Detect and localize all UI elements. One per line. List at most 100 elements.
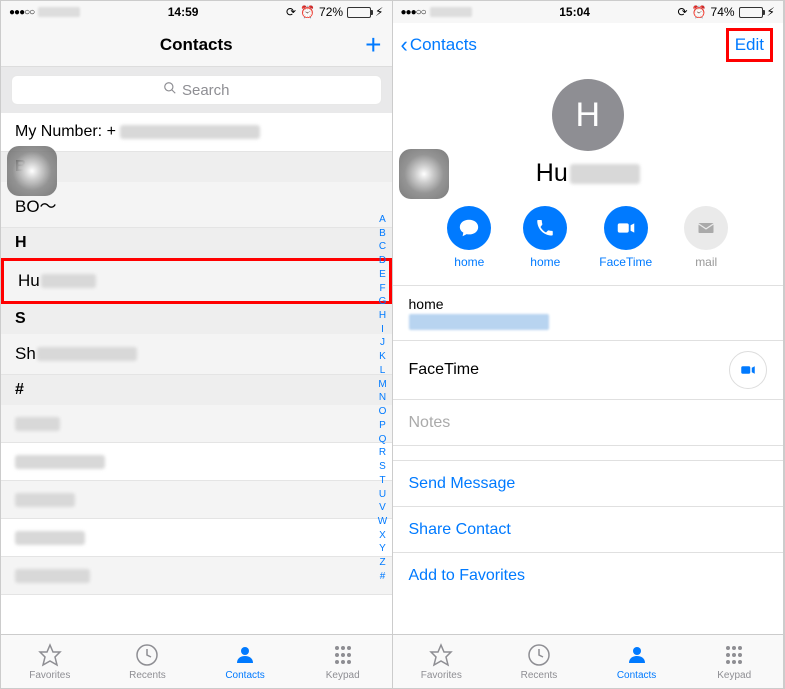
- add-favorites-link[interactable]: Add to Favorites: [393, 553, 784, 599]
- rotation-lock-icon: ⟳: [286, 5, 296, 19]
- contact-name-text: [15, 455, 105, 469]
- signal-dots-icon: ●●●○○: [9, 7, 34, 18]
- link-label: Add to Favorites: [409, 567, 526, 585]
- mail-icon: [684, 206, 728, 250]
- contact-row[interactable]: [1, 519, 392, 557]
- add-contact-button[interactable]: +: [365, 23, 381, 67]
- contact-name-suffix: [570, 164, 640, 184]
- action-label: home: [530, 255, 560, 269]
- action-row: home home FaceTime mail: [393, 192, 784, 285]
- search-wrap: Search: [1, 67, 392, 113]
- navbar: ‹ Contacts Edit: [393, 23, 784, 67]
- tab-label: Favorites: [421, 670, 462, 681]
- facetime-row[interactable]: FaceTime: [393, 341, 784, 400]
- navbar-title: Contacts: [160, 35, 233, 55]
- tab-recents[interactable]: Recents: [99, 635, 197, 688]
- field-label: Notes: [409, 414, 451, 432]
- phone-value: [409, 314, 549, 330]
- action-message[interactable]: home: [447, 206, 491, 269]
- contact-name-text: [15, 531, 85, 545]
- phone-row[interactable]: home: [393, 286, 784, 341]
- clock-icon: [526, 642, 552, 668]
- clock-icon: [134, 642, 160, 668]
- tab-label: Contacts: [225, 670, 264, 681]
- contact-row[interactable]: [1, 481, 392, 519]
- rotation-lock-icon: ⟳: [678, 5, 688, 19]
- edit-label: Edit: [726, 28, 773, 62]
- contact-name-text: [15, 493, 75, 507]
- tab-label: Recents: [521, 670, 558, 681]
- tab-recents[interactable]: Recents: [490, 635, 588, 688]
- contact-row[interactable]: [1, 557, 392, 595]
- tab-keypad[interactable]: Keypad: [685, 635, 783, 688]
- share-contact-link[interactable]: Share Contact: [393, 507, 784, 553]
- tab-label: Favorites: [29, 670, 70, 681]
- message-icon: [447, 206, 491, 250]
- tab-favorites[interactable]: Favorites: [1, 635, 99, 688]
- tab-label: Keypad: [717, 670, 751, 681]
- back-button[interactable]: ‹ Contacts: [401, 23, 477, 67]
- contact-row[interactable]: [1, 443, 392, 481]
- contact-name-text: Hu: [18, 271, 40, 291]
- action-label: home: [454, 255, 484, 269]
- tab-contacts[interactable]: Contacts: [196, 635, 294, 688]
- tab-favorites[interactable]: Favorites: [393, 635, 491, 688]
- my-number-value: [120, 125, 260, 139]
- tab-contacts[interactable]: Contacts: [588, 635, 686, 688]
- field-label: home: [409, 296, 549, 312]
- section-header-s: S: [1, 304, 392, 334]
- alarm-icon: ⏰: [300, 5, 315, 19]
- tab-keypad[interactable]: Keypad: [294, 635, 392, 688]
- status-bar: ●●●○○ 14:59 ⟳ ⏰ 72% ⚡︎: [1, 1, 392, 23]
- tab-bar: Favorites Recents Contacts Keypad: [1, 634, 392, 688]
- alpha-index[interactable]: ABC DEF GHI JKL MNO PQR STU VWX YZ#: [376, 213, 390, 584]
- link-label: Send Message: [409, 475, 516, 493]
- section-header-b: B: [1, 152, 392, 182]
- assistive-touch-icon[interactable]: [399, 149, 449, 199]
- detail-fields: home FaceTime Notes: [393, 285, 784, 446]
- tab-label: Keypad: [326, 670, 360, 681]
- search-icon: [163, 81, 177, 99]
- tab-bar: Favorites Recents Contacts Keypad: [393, 634, 784, 688]
- facetime-video-button[interactable]: [729, 351, 767, 389]
- contact-row[interactable]: Sh: [1, 334, 392, 375]
- send-message-link[interactable]: Send Message: [393, 461, 784, 507]
- my-number-row[interactable]: My Number: +: [1, 113, 392, 152]
- search-input[interactable]: Search: [11, 75, 382, 105]
- battery-percent: 74%: [711, 5, 735, 19]
- back-label: Contacts: [410, 35, 477, 55]
- section-header-h: H: [1, 228, 392, 258]
- assistive-touch-icon[interactable]: [7, 146, 57, 196]
- notes-row[interactable]: Notes: [393, 400, 784, 446]
- star-icon: [37, 642, 63, 668]
- avatar-initial: H: [575, 96, 600, 135]
- carrier-label: [430, 7, 472, 17]
- edit-button[interactable]: Edit: [726, 23, 773, 67]
- contact-row[interactable]: [1, 405, 392, 443]
- alarm-icon: ⏰: [692, 5, 707, 19]
- keypad-icon: [330, 642, 356, 668]
- screen-contacts-list: ●●●○○ 14:59 ⟳ ⏰ 72% ⚡︎ Contacts + Search…: [1, 1, 393, 688]
- action-call[interactable]: home: [523, 206, 567, 269]
- search-placeholder: Search: [182, 82, 230, 99]
- action-facetime[interactable]: FaceTime: [599, 206, 652, 269]
- signal-dots-icon: ●●●○○: [401, 7, 426, 18]
- section-header-hash: #: [1, 375, 392, 405]
- video-icon: [604, 206, 648, 250]
- my-number-label: My Number: +: [15, 123, 116, 141]
- star-icon: [428, 642, 454, 668]
- detail-links: Send Message Share Contact Add to Favori…: [393, 460, 784, 599]
- contacts-list[interactable]: My Number: + B BO～ H Hu S Sh # ABC DEF G…: [1, 113, 392, 634]
- screen-contact-detail: ●●●○○ 15:04 ⟳ ⏰ 74% ⚡︎ ‹ Contacts Edit H…: [393, 1, 785, 688]
- contact-row-highlighted[interactable]: Hu: [1, 258, 392, 304]
- contact-name-text: Sh: [15, 344, 36, 364]
- tab-label: Recents: [129, 670, 166, 681]
- contact-name-text: [15, 417, 60, 431]
- battery-percent: 72%: [319, 5, 343, 19]
- status-time: 15:04: [559, 5, 590, 19]
- charging-icon: ⚡︎: [767, 5, 775, 19]
- keypad-icon: [721, 642, 747, 668]
- contact-row[interactable]: BO～: [1, 182, 392, 228]
- phone-icon: [523, 206, 567, 250]
- contact-name: Hu: [393, 159, 784, 188]
